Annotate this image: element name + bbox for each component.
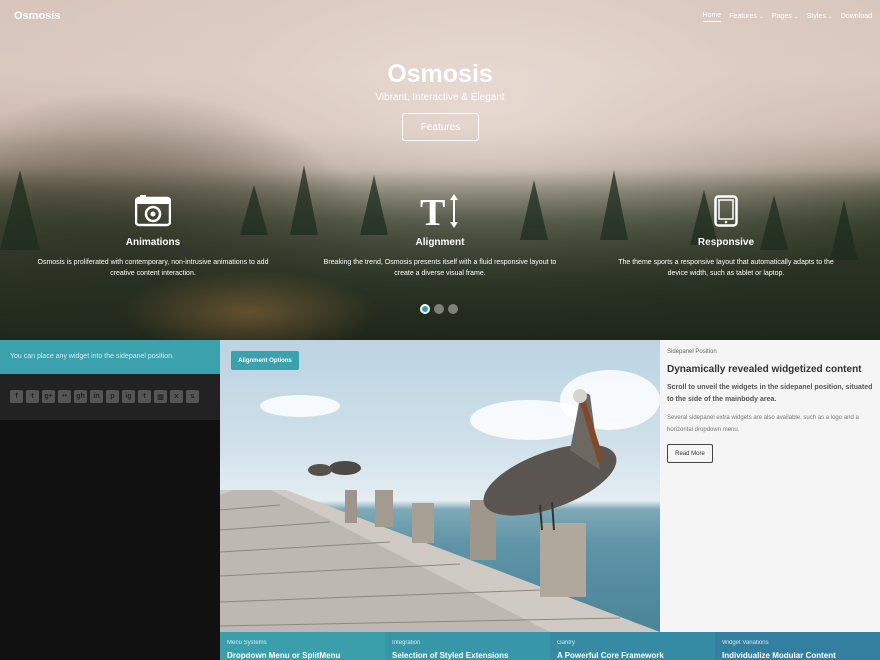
chevron-down-icon: ⌄ [827,13,833,20]
strip-item[interactable]: Integration Selection of Styled Extensio… [385,632,550,660]
nav-item-home[interactable]: Home [702,12,722,22]
linkedin-icon[interactable]: in [90,390,103,403]
slider-dot[interactable] [448,304,458,314]
strip-title: Selection of Styled Extensions [392,651,509,660]
nav-item-features[interactable]: Features ⌄ [729,12,764,22]
feature-title: Alignment [415,237,465,248]
camera-icon [28,193,278,229]
chevron-down-icon: ⌄ [758,13,764,20]
feature-title: Animations [125,237,181,248]
widget-label: Sidepanel Position [667,349,717,355]
strip-label: Integration [392,640,421,646]
nav-label: Home [702,12,722,19]
strip-title: Individualize Modular Content [722,651,836,660]
slider-pagination [420,304,458,314]
nav-item-styles[interactable]: Styles ⌄ [807,12,833,22]
hero-tree [290,165,318,235]
flickr-icon[interactable]: •• [58,390,71,403]
strip-label: Gantry [557,640,576,646]
feature-desc: Breaking the trend, Osmosis presents its… [323,259,557,277]
facebook-icon[interactable]: f [10,390,23,403]
hero-title: Osmosis [387,60,493,88]
twitter-icon[interactable]: t [26,390,39,403]
instagram-icon[interactable]: ig [122,390,135,403]
strip-label: Menu Systems [227,640,267,646]
nav-label: Pages [771,12,792,20]
pelican-pier-image [220,340,660,632]
strip-item[interactable]: Gantry A Powerful Core Framework [550,632,715,660]
nav-label: Styles [806,12,826,20]
hero-ground [120,270,380,340]
strip-title: Dropdown Menu or SplitMenu [227,651,341,660]
sidepanel-text: You can place any widget into the sidepa… [0,340,220,374]
feature-strip: Menu Systems Dropdown Menu or SplitMenu … [220,632,880,660]
sidepanel: You can place any widget into the sidepa… [0,340,220,660]
github-icon[interactable]: gh [74,390,87,403]
read-more-button[interactable]: Read More [667,444,713,463]
tumblr-icon[interactable]: t [138,390,151,403]
nav-item-pages[interactable]: Pages ⌄ [772,12,799,22]
site-logo[interactable]: Osmosis [14,10,60,22]
feature-desc: Osmosis is proliferated with contemporar… [37,259,269,277]
nav-label: Features [729,12,757,20]
widget-title: Dynamically revealed widgetized content [667,364,862,375]
xing-icon[interactable]: x [170,390,183,403]
strip-item[interactable]: Menu Systems Dropdown Menu or SplitMenu [220,632,385,660]
widget-lead: Scroll to unveil the widgets in the side… [667,384,873,403]
nav-item-download[interactable]: Download [841,12,872,22]
social-icons: f t g+ •• gh in p ig t ▥ x s [0,374,220,420]
widget-text: Several sidepanel extra widgets are also… [667,415,859,433]
google-plus-icon[interactable]: g+ [42,390,55,403]
feature-title: Responsive [697,237,755,248]
nav-label: Download [840,12,872,20]
text-height-icon: T [315,193,565,229]
main-nav: Home Features ⌄ Pages ⌄ Styles ⌄ Download [702,12,872,22]
strip-title: A Powerful Core Framework [557,651,664,660]
feature-responsive: Responsive The theme sports a responsive… [601,193,851,279]
strip-label: Widget Variations [722,640,769,646]
trello-icon[interactable]: ▥ [154,390,167,403]
features-button[interactable]: Features [402,113,479,141]
feature-alignment: T Alignment Breaking the trend, Osmosis … [315,193,565,279]
slider-dot[interactable] [420,304,430,314]
hero-section [0,0,880,340]
hero-subtitle: Vibrant, Interactive & Elegant [375,92,505,103]
chevron-down-icon: ⌄ [793,13,799,20]
skype-icon[interactable]: s [186,390,199,403]
feature-desc: The theme sports a responsive layout tha… [618,259,834,277]
strip-item[interactable]: Widget Variations Individualize Modular … [715,632,880,660]
alignment-options-button[interactable]: Alignment Options [231,351,299,370]
slider-dot[interactable] [434,304,444,314]
tablet-icon [601,193,851,229]
svg-text:T: T [420,193,445,229]
pinterest-icon[interactable]: p [106,390,119,403]
pelican-illustration [308,389,617,531]
sidepanel-position-widget: Sidepanel Position Dynamically revealed … [660,340,880,632]
feature-animations: Animations Osmosis is proliferated with … [28,193,278,279]
